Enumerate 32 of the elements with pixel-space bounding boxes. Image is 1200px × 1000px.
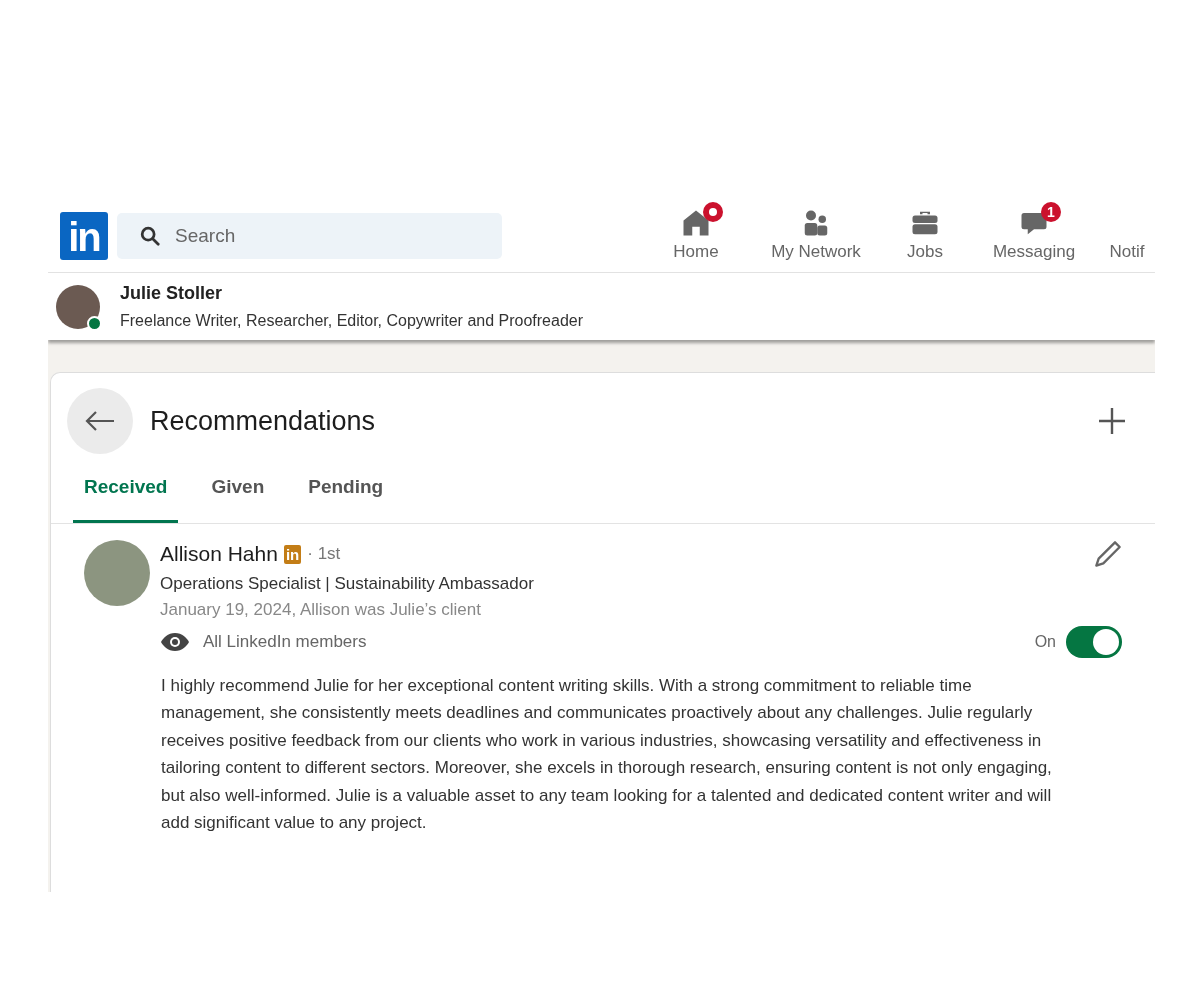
search-field[interactable]: Search [117, 213, 502, 259]
profile-headline: Freelance Writer, Researcher, Editor, Copywriter and Proofreader [120, 312, 584, 330]
nav-item[interactable]: Home [641, 200, 751, 272]
plus-icon [1099, 408, 1125, 434]
pencil-icon[interactable] [1094, 540, 1122, 568]
premium-badge: in [283, 544, 302, 564]
visibility-label: All LinkedIn members [203, 632, 367, 652]
page-title: Recommendations [150, 405, 376, 437]
nav-item[interactable]: My Network [751, 200, 881, 272]
profile-name: Julie Stoller [120, 283, 224, 304]
recommendation-text: I highly recommend Julie for her exceptional content writing skills. With a strong commitment to reliable time management, she consistently meets deadlines and communicates proactively about any challenges. Julie regularly receives positive feedback from our clients who work in various industries, showcasing versatility and effectiveness in tailoring content to different sectors. Moreover, she excels in thorough research, ensuring content is not only engaging, but also well-informed. Julie is a valuable asset to any team looking for a talented and dedicated content writer and will add significant value to any project. [161, 675, 1053, 835]
notification-badge: 1 [1041, 202, 1061, 222]
toggle-label: On [1034, 633, 1056, 651]
tab[interactable]: Received [73, 464, 179, 523]
eye-icon [160, 632, 190, 652]
back-arrow-icon [84, 409, 116, 433]
tab[interactable]: Pending [297, 464, 395, 523]
avatar [56, 284, 100, 329]
recommender-name[interactable]: Allison Hahn [160, 542, 278, 566]
search-icon [139, 225, 161, 247]
house-icon [681, 208, 711, 238]
connection-degree: · 1st [307, 544, 341, 564]
recommendation-date: January 19, 2024, Allison was Julie’s client [160, 600, 482, 620]
nav-item[interactable]: Jobs [881, 200, 969, 272]
visibility-toggle[interactable] [1066, 626, 1122, 658]
nav-item[interactable]: 1 Messaging [969, 200, 1099, 272]
logo[interactable]: in [60, 212, 108, 260]
nav-item[interactable]: Notif [1099, 200, 1155, 272]
add-button[interactable] [1099, 408, 1125, 434]
tab[interactable]: Given [200, 464, 276, 523]
search-field[interactable]: Search [173, 224, 477, 248]
recommender-headline: Operations Specialist | Sustainability Ambassador [160, 574, 535, 594]
